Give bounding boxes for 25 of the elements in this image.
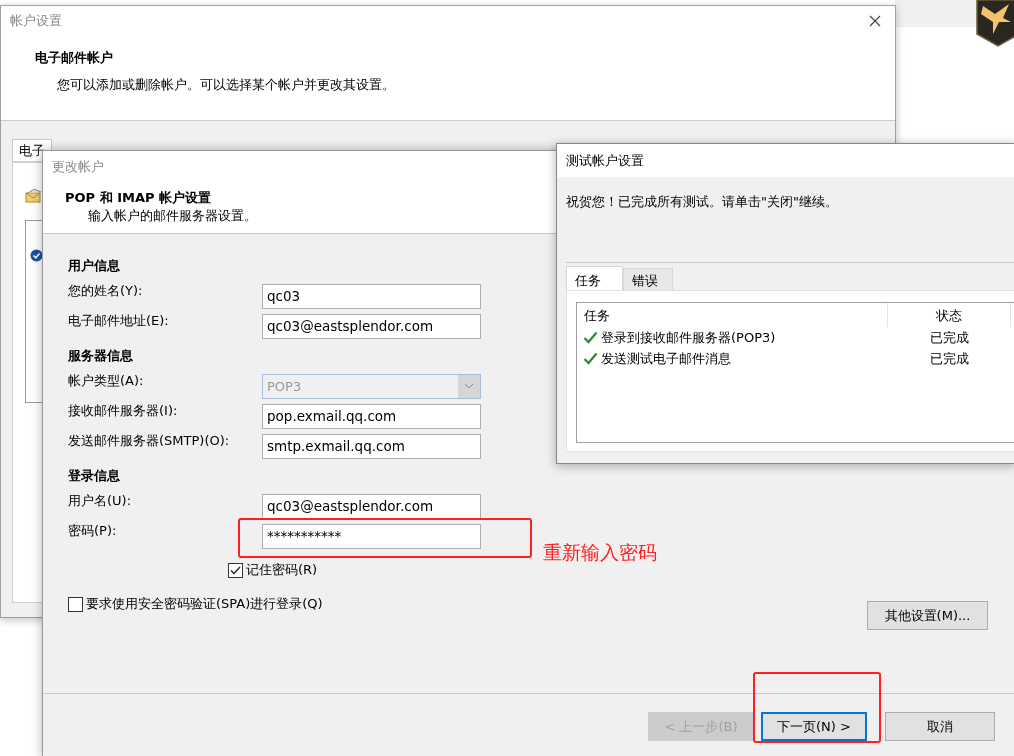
section-heading: POP 和 IMAP 帐户设置 <box>65 189 212 207</box>
window-title: 测试帐户设置 <box>566 153 644 168</box>
message-text: 祝贺您！已完成所有测试。请单击"关闭"继续。 <box>566 194 838 209</box>
field-label: 密码(P): <box>68 522 118 540</box>
checkbox-label: 要求使用安全密码验证(SPA)进行登录(Q) <box>86 595 323 613</box>
group-label: 登录信息 <box>68 467 121 485</box>
section-heading: 电子邮件帐户 <box>35 49 113 67</box>
table-cell-text: 已完成 <box>929 328 970 347</box>
description-text: 您可以添加或删除帐户。可以选择某个帐户并更改其设置。 <box>57 76 395 94</box>
description-text: 输入帐户的邮件服务器设置。 <box>88 208 257 225</box>
field-label: 发送邮件服务器(SMTP)(O): <box>68 432 231 450</box>
field-label: 电子邮件地址(E): <box>68 312 170 330</box>
checkbox-label: 记住密码(R) <box>246 561 318 579</box>
table-cell-text: 已完成 <box>929 349 970 368</box>
annotation-text: 重新输入密码 <box>543 540 657 565</box>
dropdown: POP3 <box>262 373 481 399</box>
table-cell: 登录到接收邮件服务器(POP3) <box>601 328 776 347</box>
group-label: 用户信息 <box>68 257 121 275</box>
field-label: 接收邮件服务器(I): <box>68 402 179 420</box>
window-title: 帐户设置 <box>10 12 62 30</box>
group-label: 服务器信息 <box>68 347 134 365</box>
field-label: 帐户类型(A): <box>68 372 145 390</box>
field-label: 用户名(U): <box>68 492 133 510</box>
table-cell: 发送测试电子邮件消息 <box>601 349 731 368</box>
field-label: 您的姓名(Y): <box>68 282 144 300</box>
